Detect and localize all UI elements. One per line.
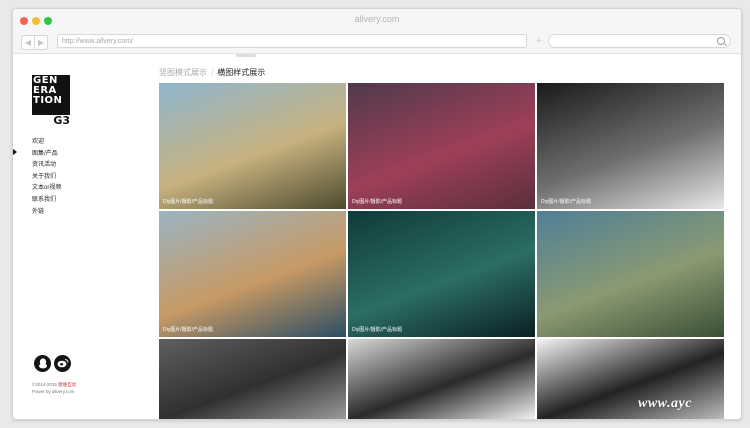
scroll-indicator[interactable] xyxy=(236,54,256,57)
gallery-image xyxy=(348,339,535,419)
new-tab-plus-icon[interactable]: + xyxy=(536,36,542,47)
tab-landscape-mode[interactable]: 横图样式展示 xyxy=(217,68,265,77)
sidebar-item-contact[interactable]: 联系我们 xyxy=(32,195,61,207)
sidebar-item-gallery[interactable]: 图集/产品 xyxy=(32,149,61,161)
active-nav-arrow-icon xyxy=(13,149,17,155)
gallery-image xyxy=(348,211,535,337)
browser-search-input[interactable] xyxy=(548,34,731,48)
search-icon[interactable] xyxy=(717,37,725,45)
gallery-image xyxy=(537,83,724,209)
gallery-tile[interactable]: Diy图片/摄影/产品标题 xyxy=(348,83,535,209)
tile-caption: Diy图片/摄影/产品标题 xyxy=(163,327,214,333)
browser-window: allvery.com ◀ ▶ http://www.allvery.com/ … xyxy=(12,8,742,420)
gallery-image xyxy=(537,211,724,337)
gallery-tile[interactable]: Diy图片/摄影/产品标题 xyxy=(348,211,535,337)
gallery-tile[interactable] xyxy=(537,339,724,419)
sidebar-item-news[interactable]: 资讯活动 xyxy=(32,160,61,172)
weibo-icon[interactable] xyxy=(54,355,71,372)
watermark-text: www.ayc xyxy=(638,396,692,411)
tab-portrait-mode[interactable]: 竖图模式展示 xyxy=(159,68,207,77)
tile-caption: Diy图片/摄影/产品标题 xyxy=(352,199,403,205)
window-title: allvery.com xyxy=(354,14,400,24)
sidebar-item-welcome[interactable]: 欢迎 xyxy=(32,137,61,149)
logo-block: GEN ERA TION xyxy=(32,75,70,115)
copyright-text: ©2014-2016 xyxy=(32,382,57,387)
gallery-tile[interactable]: Diy图片/摄影/产品标题 xyxy=(537,83,724,209)
gallery-image xyxy=(159,211,346,337)
qq-icon[interactable] xyxy=(34,355,51,372)
sidebar-item-links[interactable]: 外链 xyxy=(32,207,61,219)
gallery-image xyxy=(159,83,346,209)
forward-arrow-icon[interactable]: ▶ xyxy=(34,35,48,50)
copyright-link[interactable]: 傲维互动 xyxy=(58,382,76,387)
logo[interactable]: GEN ERA TION G3 xyxy=(32,75,72,129)
logo-line: TION xyxy=(33,95,63,106)
tile-caption: Diy图片/摄影/产品标题 xyxy=(352,327,403,333)
back-arrow-icon[interactable]: ◀ xyxy=(21,35,35,50)
gallery-image xyxy=(537,339,724,419)
browser-toolbar: ◀ ▶ http://www.allvery.com/ + xyxy=(13,31,741,54)
tile-caption: Diy图片/摄影/产品标题 xyxy=(163,199,214,205)
sidebar-nav: 欢迎 图集/产品 资讯活动 关于我们 文本or视频 联系我们 外链 xyxy=(32,137,61,218)
gallery-grid: Diy图片/摄影/产品标题 Diy图片/摄影/产品标题 Diy图片/摄影/产品标… xyxy=(159,83,724,419)
powered-by-text: Power by allvery.com xyxy=(32,389,75,394)
gallery-image xyxy=(348,83,535,209)
logo-g3: G3 xyxy=(53,114,70,127)
footer-copyright: ©2014-2016 傲维互动 Power by allvery.com xyxy=(32,381,76,395)
gallery-tile[interactable]: Diy图片/摄影/产品标题 xyxy=(159,211,346,337)
address-bar[interactable]: http://www.allvery.com/ xyxy=(57,34,527,48)
gallery-tile[interactable]: Diy图片/摄影/产品标题 xyxy=(159,83,346,209)
gallery-tile[interactable] xyxy=(348,339,535,419)
gallery-tile[interactable] xyxy=(159,339,346,419)
tile-caption: Diy图片/摄影/产品标题 xyxy=(541,199,592,205)
tab-separator: / xyxy=(211,68,214,77)
gallery-tile[interactable] xyxy=(537,211,724,337)
gallery-image xyxy=(159,339,346,419)
view-mode-tabs: 竖图模式展示 / 横图样式展示 xyxy=(159,67,265,78)
sidebar-item-text-video[interactable]: 文本or视频 xyxy=(32,183,61,195)
title-bar: allvery.com xyxy=(13,9,741,31)
sidebar-item-about[interactable]: 关于我们 xyxy=(32,172,61,184)
